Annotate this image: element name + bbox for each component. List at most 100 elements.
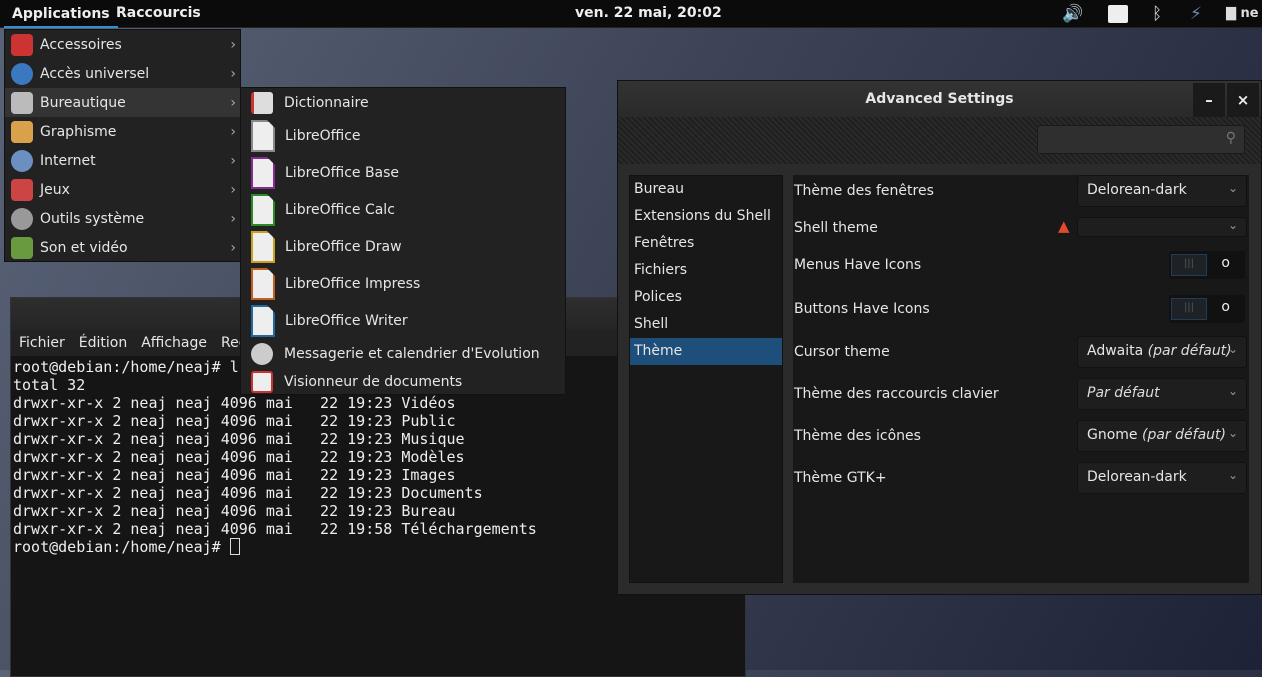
menu-item-acces-universel[interactable]: Accès universel › [5,59,240,88]
search-input[interactable]: ⚲ [1037,125,1245,154]
menu-item-label: Accessoires [40,36,122,53]
advanced-settings-window: Advanced Settings – × ⚲ Bureau Extension… [617,80,1262,595]
minimize-button[interactable]: – [1193,83,1225,117]
toolbar: ⚲ [618,117,1261,164]
submenu-item-dictionnaire[interactable]: Dictionnaire [241,90,565,116]
icon-theme-select[interactable]: Gnome (par défaut) ⌄ [1077,420,1247,452]
games-icon [11,178,33,201]
chevron-down-icon: ⌄ [1227,384,1238,398]
sidebar-item-fenetres[interactable]: Fenêtres [630,230,782,257]
bluetooth-icon[interactable]: ᛒ [1152,4,1162,24]
sidebar-item-bureau[interactable]: Bureau [630,176,782,203]
menu-item-bureautique[interactable]: Bureautique › [5,88,240,117]
sidebar: Bureau Extensions du Shell Fenêtres Fich… [629,175,783,583]
setting-label: Thème des fenêtres [794,183,934,199]
submenu-item-label: Dictionnaire [284,95,369,111]
submenu-item-label: LibreOffice Base [285,165,400,181]
submenu-item-evolution[interactable]: Messagerie et calendrier d'Evolution [241,341,565,367]
sidebar-item-shell[interactable]: Shell [630,311,782,338]
menu-item-internet[interactable]: Internet › [5,146,240,175]
menu-item-son-et-video[interactable]: Son et vidéo › [5,233,240,262]
terminal-prompt: root@debian:/home/neaj# [13,538,230,556]
chevron-right-icon: › [230,94,236,111]
libreoffice-base-icon [251,157,275,189]
applications-menu: Accessoires › Accès universel › Bureautiqu… [4,29,241,262]
cursor-theme-select[interactable]: Adwaita (par défaut) ⌄ [1077,336,1247,368]
menu-item-label: Jeux [40,181,70,198]
sidebar-item-extensions[interactable]: Extensions du Shell [630,203,782,230]
submenu-item-libreoffice[interactable]: LibreOffice [241,118,565,154]
menu-item-label: Outils système [40,210,145,227]
chevron-right-icon: › [230,210,236,227]
setting-label: Thème des raccourcis clavier [794,386,999,402]
sidebar-item-theme[interactable]: Thème [630,338,782,365]
menu-affichage[interactable]: Affichage [141,335,207,356]
gtk-theme-select[interactable]: Delorean-dark ⌄ [1077,462,1247,494]
applications-menu-button[interactable]: Applications [4,0,118,28]
select-value: Delorean-dark [1087,182,1187,198]
shell-theme-select[interactable]: ⌄ [1077,217,1247,237]
close-button[interactable]: × [1227,83,1259,117]
document-viewer-icon [251,371,273,393]
chevron-right-icon: › [230,239,236,256]
menu-item-label: Graphisme [40,123,117,140]
select-value: Gnome [1087,427,1138,443]
submenu-item-visionneur[interactable]: Visionneur de documents [241,369,565,395]
submenu-item-libreoffice-impress[interactable]: LibreOffice Impress [241,266,565,302]
libreoffice-icon [251,120,275,152]
window-title: Advanced Settings [618,81,1261,117]
setting-label: Thème GTK+ [794,470,887,486]
chevron-down-icon: ⌄ [1227,218,1238,232]
chevron-down-icon: ⌄ [1227,342,1238,356]
multimedia-icon [11,236,33,259]
submenu-item-libreoffice-calc[interactable]: LibreOffice Calc [241,192,565,228]
menus-have-icons-toggle[interactable]: ||| o [1169,251,1245,279]
chevron-right-icon: › [230,65,236,82]
libreoffice-calc-icon [251,194,275,226]
menu-item-jeux[interactable]: Jeux › [5,175,240,204]
submenu-item-libreoffice-draw[interactable]: LibreOffice Draw [241,229,565,265]
select-value: Adwaita [1087,343,1144,359]
user-menu[interactable]: ▇ ne [1226,6,1259,21]
clock[interactable]: ven. 22 mai, 20:02 [575,5,722,21]
settings-panel: Thème des fenêtres Delorean-dark ⌄ Shell … [793,175,1249,583]
menu-item-graphisme[interactable]: Graphisme › [5,117,240,146]
libreoffice-draw-icon [251,231,275,263]
bureautique-submenu: Dictionnaire LibreOffice LibreOffice Bas… [240,87,566,395]
sidebar-item-fichiers[interactable]: Fichiers [630,257,782,284]
graphics-icon [11,120,33,143]
submenu-item-label: LibreOffice Writer [285,313,408,329]
libreoffice-impress-icon [251,268,275,300]
chevron-right-icon: › [230,123,236,140]
menu-item-label: Son et vidéo [40,239,128,256]
setting-label: Buttons Have Icons [794,301,930,317]
submenu-item-label: Messagerie et calendrier d'Evolution [284,346,540,362]
submenu-item-label: LibreOffice Draw [285,239,402,255]
sidebar-item-polices[interactable]: Polices [630,284,782,311]
shortcuts-menu-button[interactable]: Raccourcis [116,5,201,21]
notification-icon[interactable] [1108,5,1128,23]
buttons-have-icons-toggle[interactable]: ||| o [1169,295,1245,323]
select-value: Delorean-dark [1087,469,1187,485]
default-suffix: (par défaut) [1147,343,1232,359]
toggle-knob: ||| [1171,254,1207,276]
terminal-cursor [229,538,240,555]
network-icon[interactable]: ⚡ [1190,4,1202,24]
default-suffix: (par défaut) [1142,427,1226,443]
evolution-icon [251,343,273,365]
setting-label: Menus Have Icons [794,257,922,273]
menu-fichier[interactable]: Fichier [19,335,65,356]
volume-icon[interactable]: 🔊 [1062,4,1083,24]
submenu-item-label: Visionneur de documents [284,374,463,390]
menu-edition[interactable]: Édition [79,335,127,356]
off-indicator-icon: o [1221,299,1230,315]
submenu-item-libreoffice-writer[interactable]: LibreOffice Writer [241,303,565,339]
menu-item-outils-systeme[interactable]: Outils système › [5,204,240,233]
submenu-item-libreoffice-base[interactable]: LibreOffice Base [241,155,565,191]
window-theme-select[interactable]: Delorean-dark ⌄ [1077,175,1247,207]
toggle-knob: ||| [1171,298,1207,320]
gear-icon [11,207,33,230]
chevron-down-icon: ⌄ [1227,426,1238,440]
keybinding-theme-select[interactable]: Par défaut ⌄ [1077,378,1247,410]
menu-item-accessoires[interactable]: Accessoires › [5,30,240,59]
